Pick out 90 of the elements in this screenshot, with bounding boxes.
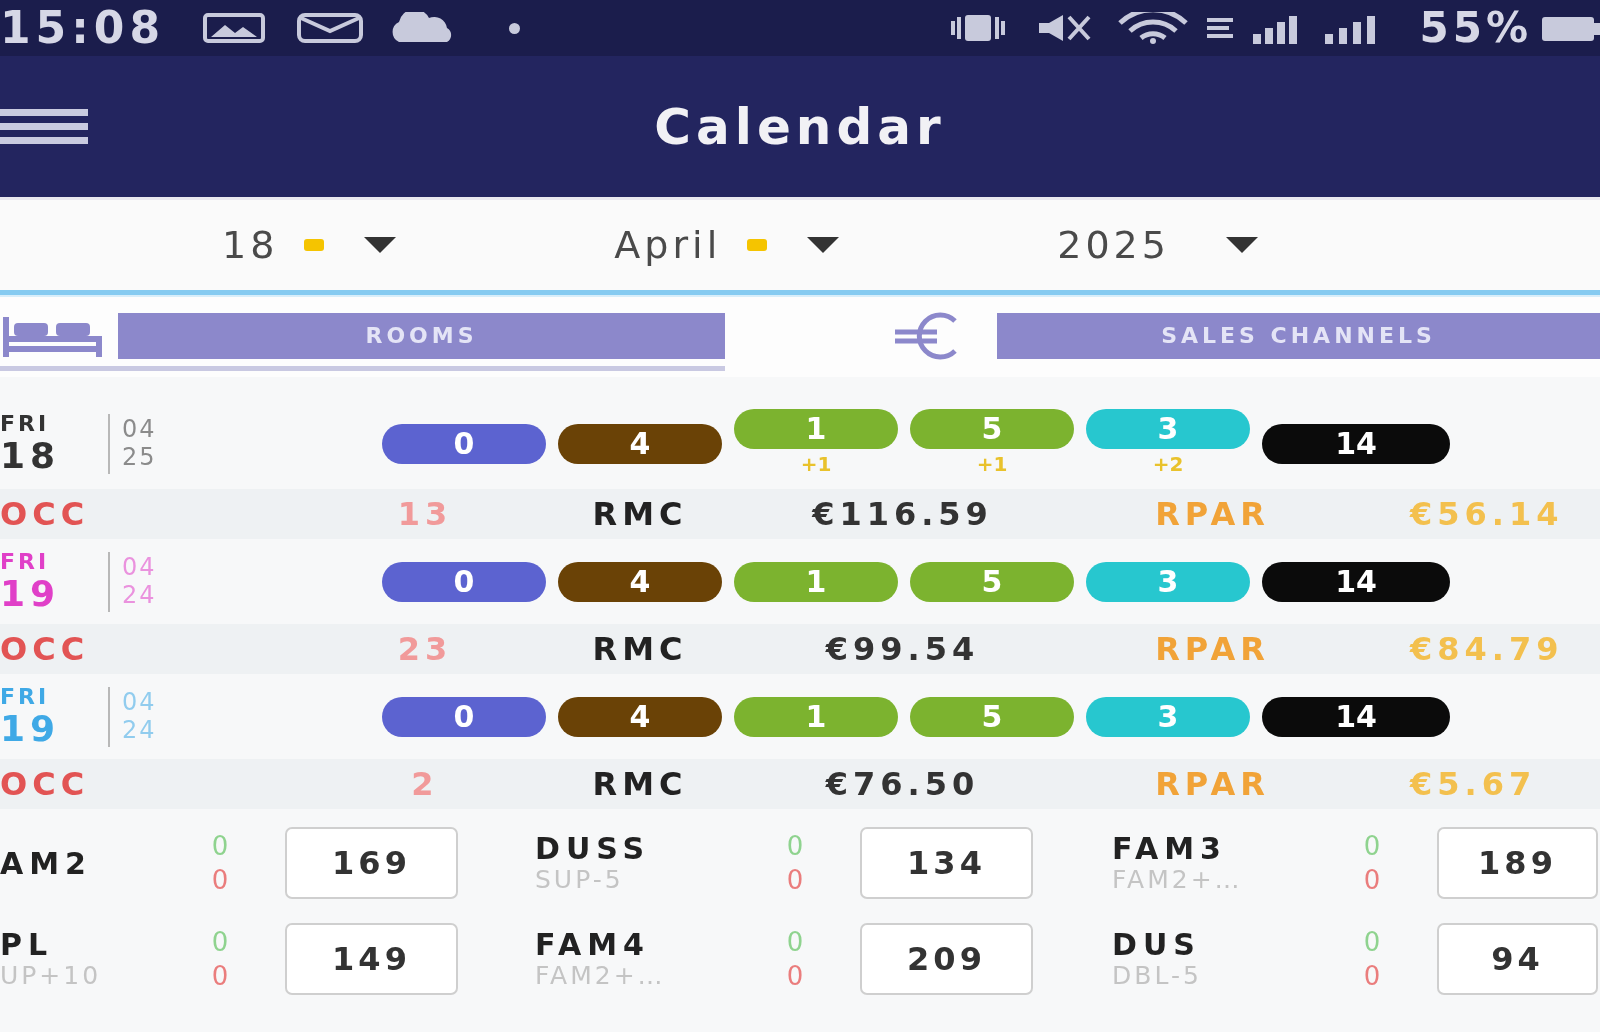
- change-label: +1: [800, 451, 832, 478]
- price-input[interactable]: 169: [285, 827, 458, 899]
- upper-count: 0: [211, 830, 229, 863]
- rate-name: AM2: [0, 846, 93, 880]
- rate-name: FAM4: [535, 927, 651, 961]
- price-input[interactable]: 189: [1437, 827, 1598, 899]
- month-number: 04: [122, 416, 157, 444]
- lower-count: 0: [1363, 864, 1381, 897]
- rpar-label: RPAR: [1155, 768, 1270, 800]
- rate-name: PL: [0, 927, 55, 961]
- count-badge: 5: [910, 696, 1074, 737]
- lower-count: 0: [786, 864, 804, 897]
- upper-count: 0: [786, 830, 804, 863]
- count-badge: 3: [1086, 409, 1250, 449]
- count-badge: 14: [1262, 561, 1450, 602]
- rpar-value: €84.79: [1408, 633, 1564, 665]
- caret-icon: [1225, 237, 1258, 253]
- clock-time: 15:08: [0, 6, 166, 50]
- upper-count: 0: [211, 926, 229, 959]
- count-badge: 1: [734, 561, 898, 602]
- rmc-label: RMC: [592, 633, 688, 665]
- rate-name: DUS: [1112, 927, 1202, 961]
- year-number: 25: [122, 444, 157, 472]
- date-dropdown[interactable]: 18: [222, 226, 397, 264]
- upper-count: 0: [1363, 830, 1381, 863]
- count-badge: 0: [382, 561, 546, 602]
- count-badge: 0: [382, 424, 546, 464]
- rate-name: DUSS: [535, 831, 652, 865]
- count-badge: 1: [734, 409, 898, 449]
- weekday-label: FRI: [0, 684, 51, 709]
- count-badge: 4: [558, 696, 722, 737]
- change-label: +1: [976, 451, 1008, 478]
- occ-label: OCC: [0, 498, 90, 530]
- dot-icon: [509, 22, 521, 34]
- month-number: 04: [122, 688, 157, 717]
- price-input[interactable]: 134: [860, 827, 1033, 899]
- count-badge: 5: [910, 561, 1074, 602]
- screen-title: Calendar: [654, 101, 946, 152]
- day-number: 18: [0, 436, 62, 476]
- rpar-value: €5.67: [1408, 768, 1537, 800]
- battery-percent: 55%: [1419, 7, 1532, 49]
- year-number: 24: [122, 716, 157, 745]
- occ-label: OCC: [0, 768, 90, 800]
- wifi-icon: [1117, 12, 1190, 44]
- rmc-value: €116.59: [812, 498, 993, 530]
- weekday-label: FRI: [0, 549, 51, 574]
- lower-count: 0: [211, 864, 229, 897]
- change-label: +2: [1152, 451, 1184, 478]
- count-badge: 4: [558, 424, 722, 464]
- count-badge: 14: [1262, 424, 1450, 464]
- count-badge: 5: [910, 409, 1074, 449]
- occ-value: 23: [397, 633, 453, 665]
- count-badge: 14: [1262, 696, 1450, 737]
- menu-icon[interactable]: [0, 108, 88, 145]
- rpar-label: RPAR: [1155, 498, 1270, 530]
- occ-value: 13: [397, 498, 453, 530]
- date-dropdown[interactable]: 2025: [1057, 226, 1258, 264]
- lower-count: 0: [1363, 960, 1381, 993]
- weekday-label: FRI: [0, 412, 51, 437]
- date-dropdown[interactable]: April: [614, 226, 840, 264]
- caret-icon: [807, 237, 840, 253]
- day-number: 19: [0, 573, 62, 614]
- occ-value: 2: [411, 768, 439, 800]
- year-number: 24: [122, 581, 157, 610]
- caret-icon: [364, 237, 397, 253]
- rpar-label: RPAR: [1155, 633, 1270, 665]
- mail-icon: [297, 13, 364, 43]
- price-input[interactable]: 149: [285, 923, 458, 995]
- count-badge: 3: [1086, 696, 1250, 737]
- lower-count: 0: [211, 960, 229, 993]
- upper-count: 0: [1363, 926, 1381, 959]
- count-badge: 0: [382, 696, 546, 737]
- vibrate-icon: [949, 13, 1008, 43]
- rmc-label: RMC: [592, 498, 688, 530]
- price-input[interactable]: 94: [1437, 923, 1598, 995]
- month-number: 04: [122, 553, 157, 582]
- rpar-value: €56.14: [1408, 498, 1564, 530]
- count-badge: 3: [1086, 561, 1250, 602]
- count-badge: 1: [734, 696, 898, 737]
- image-icon: [203, 13, 266, 43]
- rate-name: FAM3: [1112, 831, 1228, 865]
- rmc-value: €76.50: [825, 768, 980, 800]
- occ-label: OCC: [0, 633, 90, 665]
- price-input[interactable]: 209: [860, 923, 1033, 995]
- rmc-value: €99.54: [825, 633, 980, 665]
- day-number: 19: [0, 708, 62, 749]
- rmc-label: RMC: [592, 768, 688, 800]
- upper-count: 0: [786, 926, 804, 959]
- count-badge: 4: [558, 561, 722, 602]
- lower-count: 0: [786, 960, 804, 993]
